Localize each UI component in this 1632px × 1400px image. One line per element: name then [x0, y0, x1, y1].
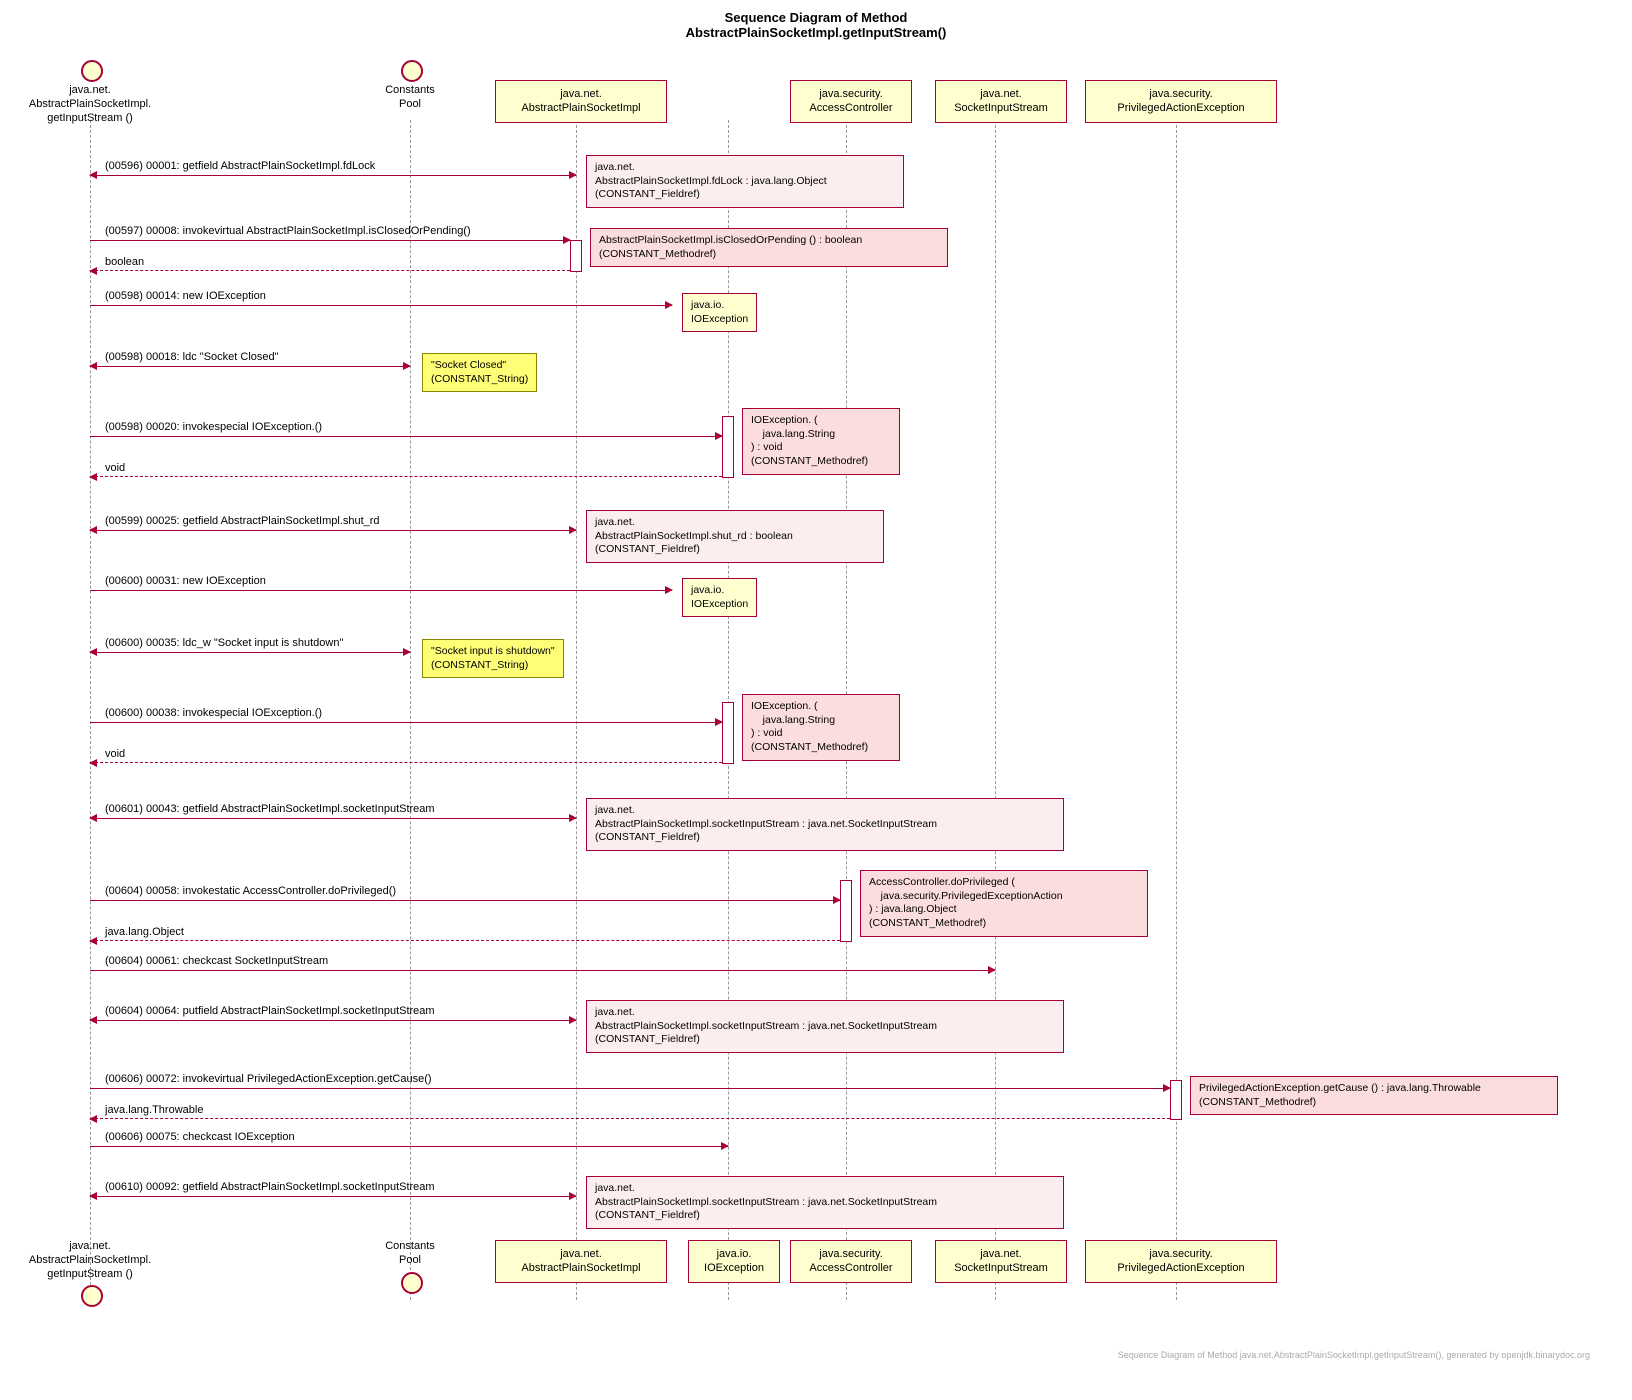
actor-p2-top: [401, 60, 423, 82]
msg-label-m16: (00610) 00092: getfield AbstractPlainSoc…: [105, 1181, 435, 1193]
actor-p2-bot: [401, 1272, 423, 1294]
msg-m12: [90, 970, 995, 971]
msg-label-m5r: void: [105, 462, 125, 474]
participant-p3-bot: java.net.AbstractPlainSocketImpl: [495, 1240, 667, 1283]
msg-label-m6: (00599) 00025: getfield AbstractPlainSoc…: [105, 515, 380, 527]
msg-label-m14r: java.lang.Throwable: [105, 1104, 203, 1116]
msg-m6: [90, 530, 576, 531]
msg-m14r: [90, 1118, 1170, 1120]
msg-label-m11: (00604) 00058: invokestatic AccessContro…: [105, 885, 396, 897]
msg-m14: [90, 1088, 1170, 1089]
msg-label-m9r: void: [105, 748, 125, 760]
participant-p5-bot: java.security.AccessController: [790, 1240, 912, 1283]
msg-m1: [90, 175, 576, 176]
activation-m14: [1170, 1080, 1182, 1120]
note-n9: IOException. ( java.lang.String) : void(…: [742, 694, 900, 761]
note-n1: java.net.AbstractPlainSocketImpl.fdLock …: [586, 155, 904, 208]
msg-m2: [90, 240, 570, 241]
sequence-diagram: java.net.AbstractPlainSocketImpl.getInpu…: [10, 50, 1600, 1360]
msg-label-m11r: java.lang.Object: [105, 926, 184, 938]
note-n12: java.net.AbstractPlainSocketImpl.socketI…: [586, 1000, 1064, 1053]
note-n10: java.net.AbstractPlainSocketImpl.socketI…: [586, 798, 1064, 851]
note-n4: "Socket Closed"(CONSTANT_String): [422, 353, 537, 392]
msg-m10: [90, 818, 576, 819]
note-n5: IOException. ( java.lang.String) : void(…: [742, 408, 900, 475]
note-n3: java.io.IOException: [682, 293, 757, 332]
activation-m5: [722, 416, 734, 478]
note-n7: java.io.IOException: [682, 578, 757, 617]
msg-m11r: [90, 940, 840, 942]
diagram-title: Sequence Diagram of Method AbstractPlain…: [10, 10, 1622, 40]
msg-m5: [90, 436, 722, 437]
participant-p4-bot: java.io.IOException: [688, 1240, 780, 1283]
msg-m4: [90, 366, 410, 367]
msg-label-m1: (00596) 00001: getfield AbstractPlainSoc…: [105, 160, 375, 172]
actor-label-p1-top: java.net.AbstractPlainSocketImpl.getInpu…: [0, 84, 180, 125]
participant-p3-top: java.net.AbstractPlainSocketImpl: [495, 80, 667, 123]
msg-m11: [90, 900, 840, 901]
footer-text: Sequence Diagram of Method java.net.Abst…: [1118, 1350, 1590, 1360]
msg-label-m3: (00598) 00014: new IOException: [105, 290, 266, 302]
msg-label-m2: (00597) 00008: invokevirtual AbstractPla…: [105, 225, 471, 237]
participant-p6-bot: java.net.SocketInputStream: [935, 1240, 1067, 1283]
activation-m11: [840, 880, 852, 942]
msg-label-m5: (00598) 00020: invokespecial IOException…: [105, 421, 322, 433]
participant-p7-bot: java.security.PrivilegedActionException: [1085, 1240, 1277, 1283]
note-n13: PrivilegedActionException.getCause () : …: [1190, 1076, 1558, 1115]
msg-label-m14: (00606) 00072: invokevirtual PrivilegedA…: [105, 1073, 432, 1085]
msg-m3: [90, 305, 672, 306]
msg-label-m7: (00600) 00031: new IOException: [105, 575, 266, 587]
activation-m2: [570, 240, 582, 272]
note-n6: java.net.AbstractPlainSocketImpl.shut_rd…: [586, 510, 884, 563]
participant-p5-top: java.security.AccessController: [790, 80, 912, 123]
participant-p6-top: java.net.SocketInputStream: [935, 80, 1067, 123]
activation-m9: [722, 702, 734, 764]
lifeline-p1: [90, 120, 91, 1300]
msg-label-m2r: boolean: [105, 256, 144, 268]
note-n2: AbstractPlainSocketImpl.isClosedOrPendin…: [590, 228, 948, 267]
lifeline-p6: [995, 120, 996, 1300]
note-n14: java.net.AbstractPlainSocketImpl.socketI…: [586, 1176, 1064, 1229]
msg-m2r: [90, 270, 570, 272]
lifeline-p7: [1176, 120, 1177, 1300]
msg-m13: [90, 1020, 576, 1021]
msg-m15: [90, 1146, 728, 1147]
msg-m16: [90, 1196, 576, 1197]
msg-m8: [90, 652, 410, 653]
note-n11: AccessController.doPrivileged ( java.sec…: [860, 870, 1148, 937]
participant-p7-top: java.security.PrivilegedActionException: [1085, 80, 1277, 123]
actor-label-p2-bot: ConstantsPool: [320, 1240, 500, 1268]
msg-label-m10: (00601) 00043: getfield AbstractPlainSoc…: [105, 803, 435, 815]
actor-label-p1-bot: java.net.AbstractPlainSocketImpl.getInpu…: [0, 1240, 180, 1281]
lifeline-p2: [410, 120, 411, 1300]
actor-label-p2-top: ConstantsPool: [320, 84, 500, 112]
msg-label-m13: (00604) 00064: putfield AbstractPlainSoc…: [105, 1005, 435, 1017]
lifeline-p3: [576, 120, 577, 1300]
msg-label-m12: (00604) 00061: checkcast SocketInputStre…: [105, 955, 328, 967]
msg-m9r: [90, 762, 722, 764]
actor-p1-bot: [81, 1285, 103, 1307]
msg-label-m4: (00598) 00018: ldc "Socket Closed": [105, 351, 279, 363]
msg-label-m15: (00606) 00075: checkcast IOException: [105, 1131, 295, 1143]
msg-label-m9: (00600) 00038: invokespecial IOException…: [105, 707, 322, 719]
msg-m5r: [90, 476, 722, 478]
msg-m7: [90, 590, 672, 591]
note-n8: "Socket input is shutdown"(CONSTANT_Stri…: [422, 639, 564, 678]
msg-label-m8: (00600) 00035: ldc_w "Socket input is sh…: [105, 637, 343, 649]
actor-p1-top: [81, 60, 103, 82]
msg-m9: [90, 722, 722, 723]
